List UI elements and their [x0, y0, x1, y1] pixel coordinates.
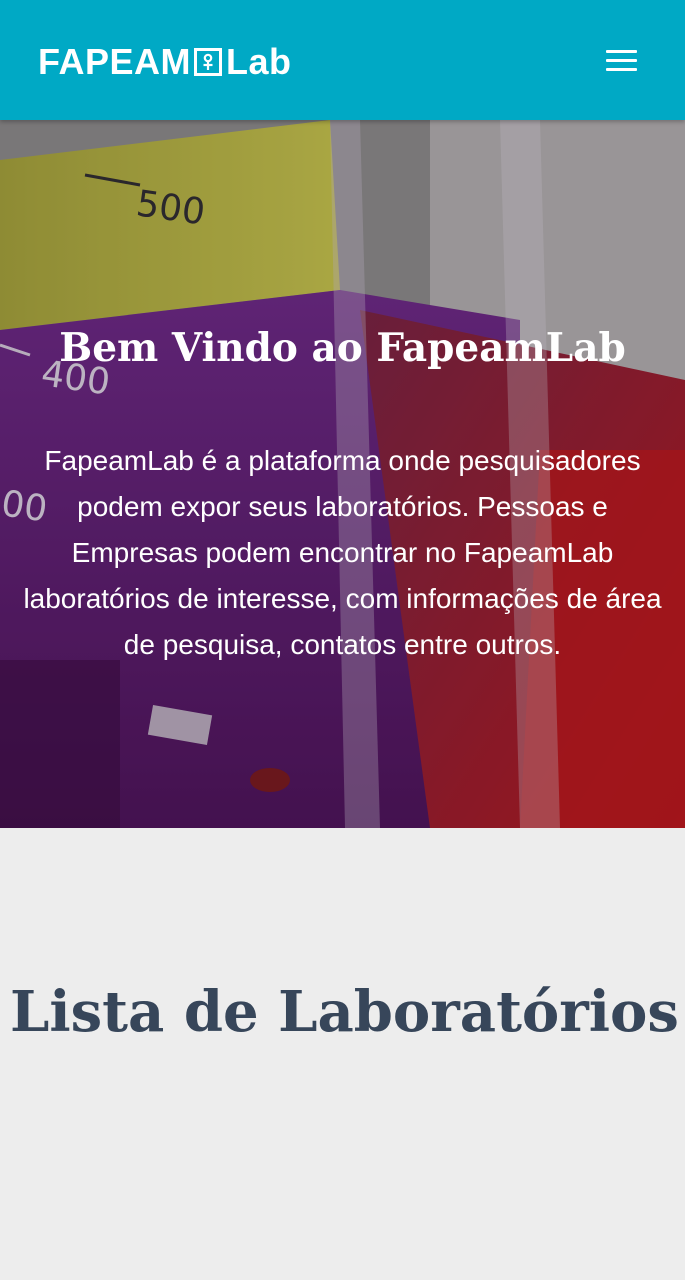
logo-text-lab: Lab	[226, 41, 292, 82]
hamburger-menu-icon[interactable]	[600, 44, 644, 78]
flask-box-icon	[194, 48, 223, 76]
hero-description: FapeamLab é a plataforma onde pesquisado…	[23, 445, 662, 660]
hero-banner: 500 400 00 Bem Vindo ao FapeamLab Fapeam…	[0, 120, 685, 828]
logo-text-fapeam: FAPEAM	[38, 41, 192, 82]
top-app-bar: FAPEAM Lab	[0, 0, 685, 120]
section-title-lab-list: Lista de Laboratórios	[10, 979, 679, 1045]
fapeamlab-logo[interactable]: FAPEAM Lab	[38, 40, 292, 84]
hero-title: Bem Vindo ao FapeamLab	[59, 325, 626, 371]
